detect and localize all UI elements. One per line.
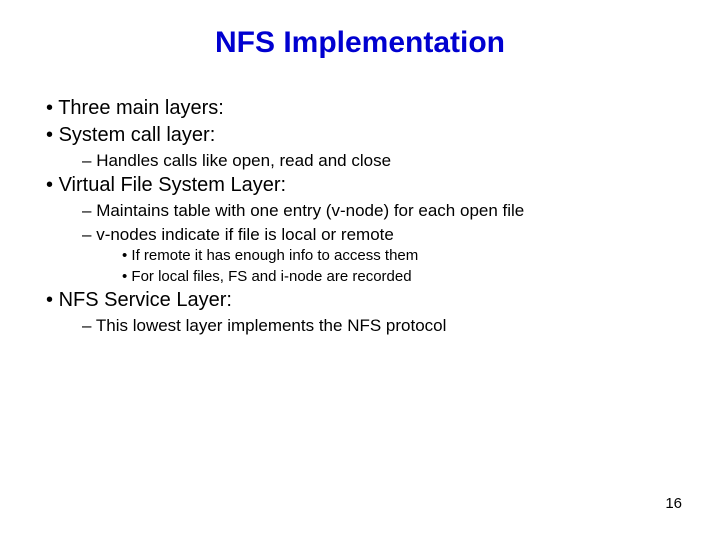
slide-content: Three main layers: System call layer: Ha… (0, 70, 720, 337)
bullet-l1: System call layer: (28, 123, 692, 148)
bullet-list: Three main layers: System call layer: Ha… (28, 96, 692, 337)
bullet-l1: Virtual File System Layer: (28, 173, 692, 198)
bullet-l1: Three main layers: (28, 96, 692, 121)
bullet-l2: This lowest layer implements the NFS pro… (28, 315, 692, 336)
bullet-l1: NFS Service Layer: (28, 288, 692, 313)
page-number: 16 (665, 495, 682, 512)
bullet-l2: Handles calls like open, read and close (28, 150, 692, 171)
bullet-l2: v-nodes indicate if file is local or rem… (28, 224, 692, 245)
bullet-l3: For local files, FS and i-node are recor… (28, 268, 692, 287)
bullet-l2: Maintains table with one entry (v-node) … (28, 200, 692, 221)
bullet-l3: If remote it has enough info to access t… (28, 247, 692, 266)
slide: NFS Implementation Three main layers: Sy… (0, 0, 720, 540)
slide-title: NFS Implementation (0, 0, 720, 70)
